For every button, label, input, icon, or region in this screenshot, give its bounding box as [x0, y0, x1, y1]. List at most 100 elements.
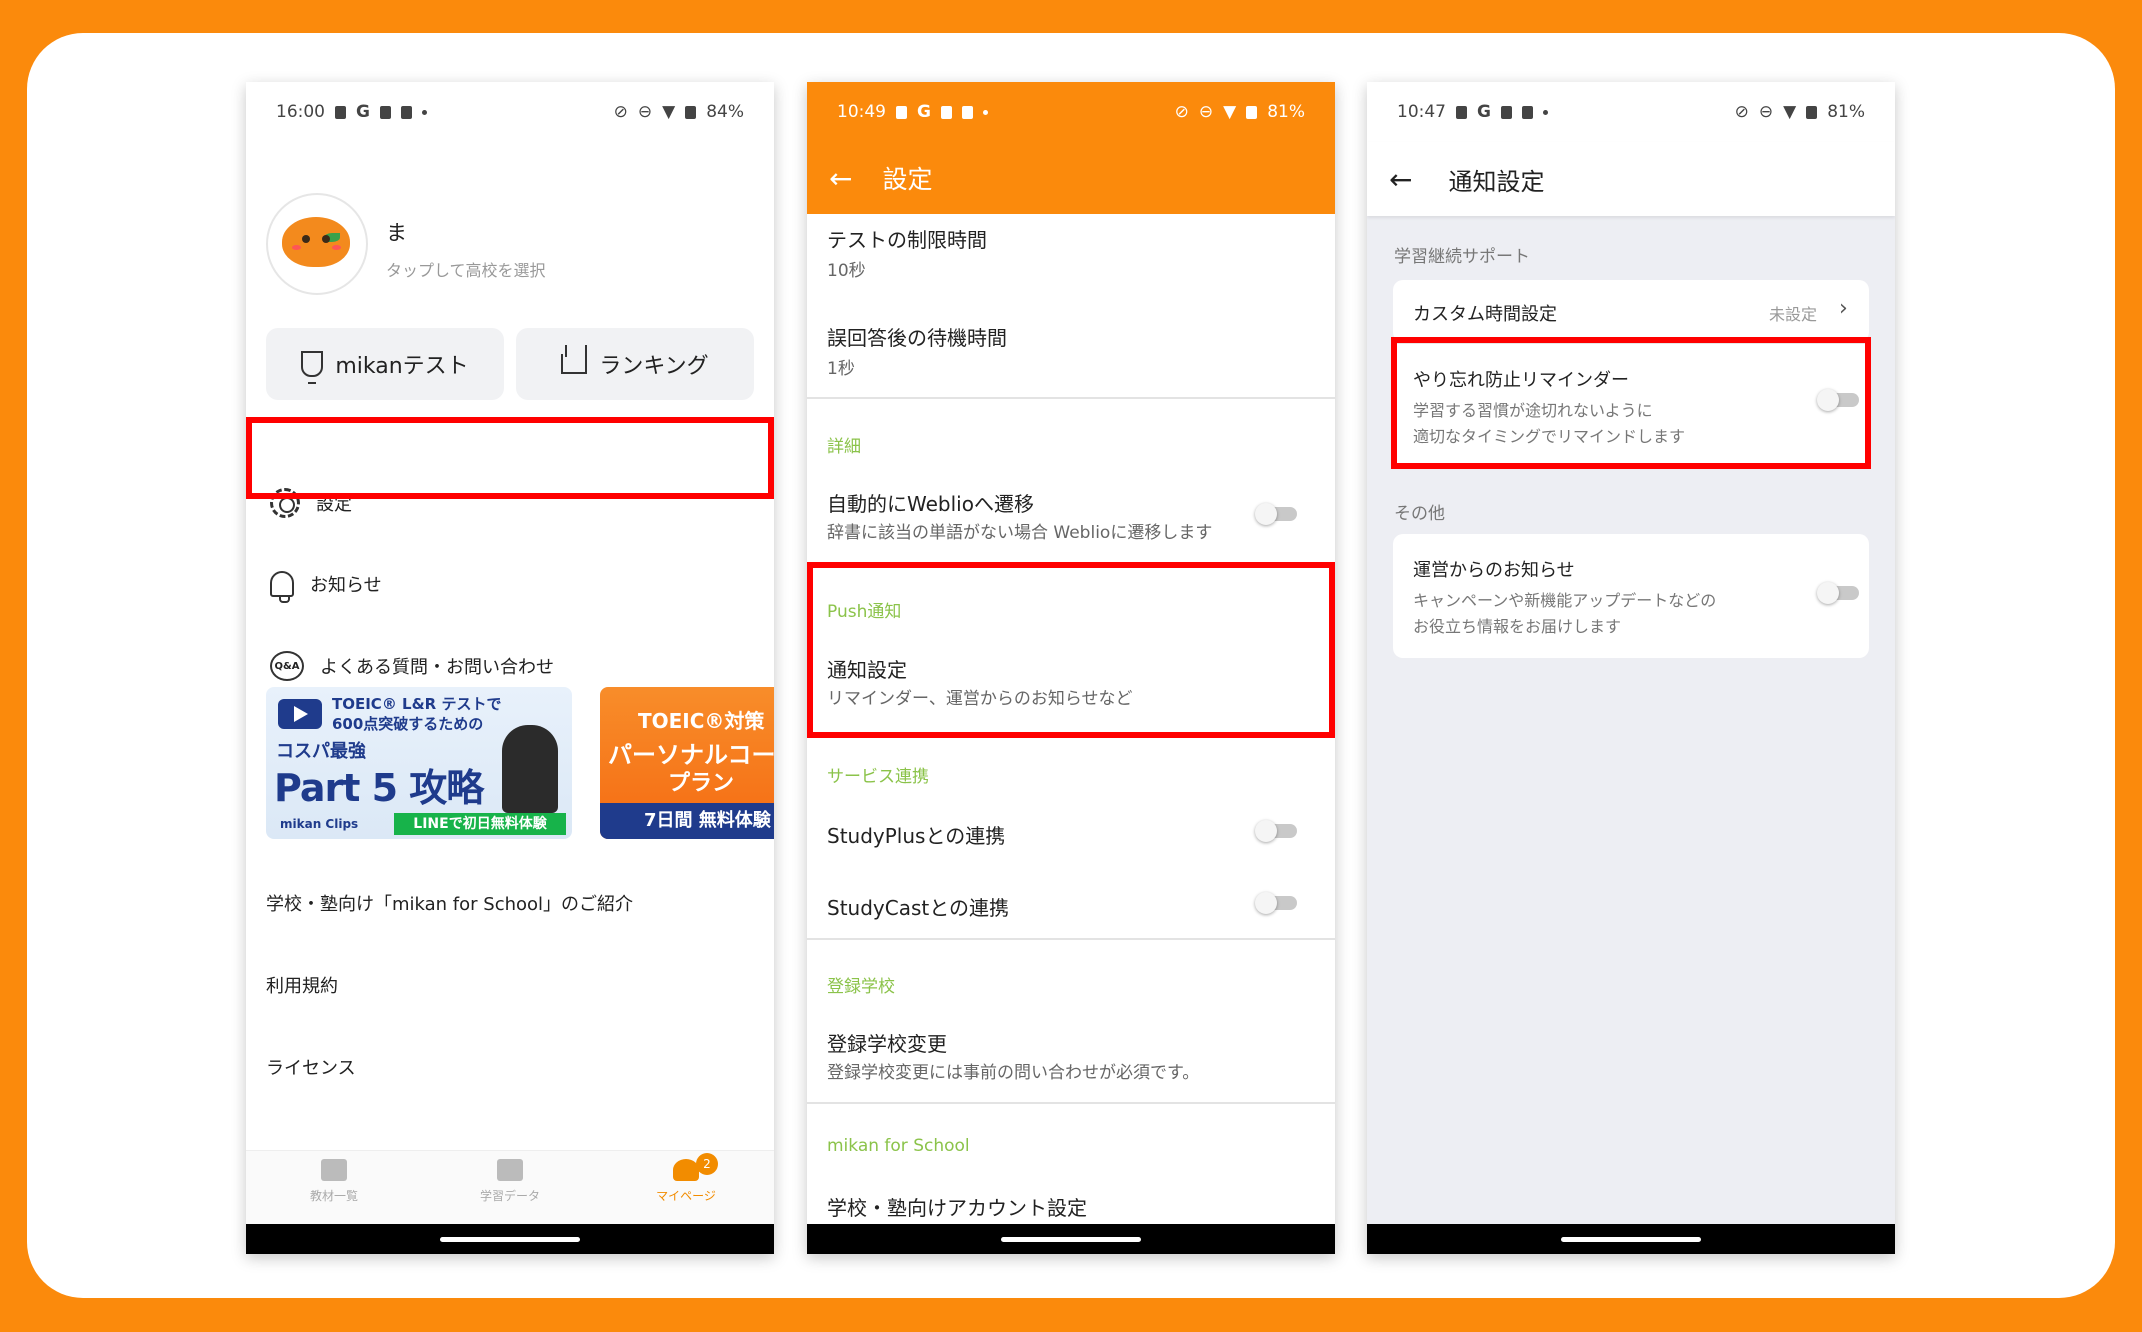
custom-time-row[interactable]: カスタム時間設定 未設定 › — [1393, 280, 1869, 342]
studyplus-title[interactable]: StudyPlusとの連携 — [827, 820, 1005, 849]
tab-mypage-label: マイページ — [656, 1189, 716, 1203]
tab-materials[interactable]: 教材一覧 — [246, 1159, 422, 1204]
news-sub1: キャンペーンや新機能アップデートなどの — [1413, 591, 1717, 610]
studycast-title[interactable]: StudyCastとの連携 — [827, 892, 1009, 921]
battery-icon — [685, 105, 697, 119]
play-icon — [278, 699, 322, 729]
dot-icon — [982, 109, 988, 115]
system-nav-bar — [807, 1224, 1335, 1254]
dot-icon — [1542, 109, 1548, 115]
news-sub2: お役立ち情報をお届けします — [1413, 617, 1622, 636]
status-time: 10:47 — [1397, 102, 1446, 122]
crown-icon — [561, 354, 588, 374]
wifi-icon: ▼ — [1783, 102, 1797, 122]
phone-notification-settings: 10:47 G ⊘ ⊖ ▼ 81% ← 通知設定 学習継続サポート カスタム時間設定 未… — [1367, 82, 1895, 1254]
banner2-cta: 7日間 無料体験 — [600, 803, 774, 839]
avatar[interactable] — [266, 193, 368, 295]
chart-icon — [497, 1159, 523, 1181]
category-service: サービス連携 — [827, 767, 929, 787]
phone-settings: 10:49 G ⊘ ⊖ ▼ 81% ← 設定 テストの制限時間 10秒 誤回答後の待機時… — [807, 82, 1335, 1254]
mute-icon: ⊘ — [1734, 102, 1749, 122]
custom-time-value: 未設定 — [1769, 305, 1818, 324]
page-title: 通知設定 — [1448, 167, 1545, 196]
user-name: ま — [386, 221, 407, 245]
category-school: 登録学校 — [827, 977, 895, 997]
status-bar: 10:47 G ⊘ ⊖ ▼ 81% — [1367, 82, 1895, 142]
weblio-title[interactable]: 自動的にWeblioへ遷移 — [827, 488, 1034, 517]
status-bar: 16:00 G ⊘ ⊖ ▼ 84% — [246, 82, 774, 142]
ranking-button[interactable]: ランキング — [516, 328, 754, 400]
mikan-mascot-icon — [282, 217, 350, 267]
section-study-support: 学習継続サポート — [1394, 247, 1530, 267]
studyplus-toggle[interactable] — [1255, 820, 1297, 842]
news-row[interactable]: 運営からのお知らせ キャンペーンや新機能アップデートなどの お役立ち情報をお届け… — [1393, 534, 1869, 658]
mute-icon: ⊘ — [1174, 102, 1189, 122]
bell-icon — [270, 571, 294, 603]
link-mikan-for-school[interactable]: 学校・塾向け「mikan for School」のご紹介 — [266, 890, 633, 916]
category-mikan-for-school: mikan for School — [827, 1136, 970, 1156]
trophy-icon — [301, 351, 324, 384]
video-icon — [1521, 105, 1533, 119]
home-indicator[interactable] — [1001, 1237, 1141, 1242]
link-license[interactable]: ライセンス — [266, 1054, 356, 1080]
battery-saver-icon — [896, 105, 907, 119]
link-terms[interactable]: 利用規約 — [266, 972, 338, 998]
school-account-title[interactable]: 学校・塾向けアカウント設定 — [827, 1192, 1087, 1221]
test-limit-title[interactable]: テストの制限時間 — [827, 224, 987, 253]
battery-level: 84% — [706, 102, 744, 122]
banner2-line1: TOEIC®対策 — [638, 709, 765, 733]
battery-saver-icon — [335, 105, 346, 119]
phone-mypage: 16:00 G ⊘ ⊖ ▼ 84% ま タップして高校を選択 mikanテスト ランキン… — [246, 82, 774, 1254]
weblio-toggle[interactable] — [1255, 503, 1297, 525]
school-select-prompt[interactable]: タップして高校を選択 — [386, 257, 546, 281]
home-indicator[interactable] — [440, 1237, 580, 1242]
google-icon: G — [917, 102, 931, 122]
test-limit-value: 10秒 — [827, 261, 866, 281]
wrong-wait-title[interactable]: 誤回答後の待機時間 — [827, 322, 1007, 351]
mikan-test-label: mikanテスト — [335, 354, 469, 379]
back-arrow-icon[interactable]: ← — [1389, 163, 1412, 196]
school-change-sub: 登録学校変更には事前の問い合わせが必須です。 — [827, 1063, 1200, 1083]
bottom-tab-bar: 教材一覧 学習データ マイページ 2 — [246, 1150, 774, 1224]
news-title: 運営からのお知らせ — [1413, 560, 1575, 581]
dnd-icon: ⊖ — [637, 102, 653, 122]
news-toggle[interactable] — [1817, 582, 1859, 604]
mikan-test-button[interactable]: mikanテスト — [266, 328, 504, 400]
banner1-line4: Part 5 攻略 — [274, 766, 484, 810]
status-time: 16:00 — [276, 102, 325, 122]
ranking-label: ランキング — [599, 354, 709, 379]
tab-materials-label: 教材一覧 — [309, 1189, 358, 1203]
google-icon: G — [356, 102, 370, 122]
studycast-toggle[interactable] — [1255, 892, 1297, 914]
presenter-image — [502, 725, 558, 813]
status-bar: 10:49 G ⊘ ⊖ ▼ 81% — [807, 82, 1335, 142]
dot-icon — [421, 109, 427, 115]
tab-mypage[interactable]: マイページ 2 — [598, 1153, 774, 1204]
banner-toeic-personal[interactable]: TOEIC®対策 パーソナルコー プラン 7日間 無料体験 — [600, 687, 774, 839]
back-arrow-icon[interactable]: ← — [829, 162, 852, 195]
chevron-right-icon: › — [1839, 296, 1848, 321]
battery-icon — [1806, 105, 1818, 119]
video-icon — [1500, 105, 1512, 119]
divider — [807, 1102, 1335, 1104]
home-indicator[interactable] — [1561, 1237, 1701, 1242]
banner1-cta: LINEで初日無料体験 — [394, 813, 566, 835]
highlight-reminder — [1391, 337, 1871, 469]
menu-notices-label: お知らせ — [310, 575, 382, 596]
page-title: 設定 — [882, 165, 933, 194]
qa-icon: Q&A — [270, 651, 304, 681]
section-other: その他 — [1394, 504, 1445, 524]
wifi-icon: ▼ — [1223, 102, 1237, 122]
wrong-wait-value: 1秒 — [827, 359, 855, 379]
battery-icon — [1246, 105, 1258, 119]
status-time: 10:49 — [837, 102, 886, 122]
tab-study-data[interactable]: 学習データ — [422, 1159, 598, 1204]
divider — [807, 938, 1335, 940]
app-bar: ← 通知設定 — [1367, 142, 1895, 216]
battery-level: 81% — [1267, 102, 1305, 122]
video-icon — [961, 105, 973, 119]
banner-toeic-part5[interactable]: TOEIC® L&R テストで 600点突破するための コスパ最強 Part 5… — [266, 687, 572, 839]
menu-notices[interactable]: お知らせ — [246, 543, 774, 625]
school-change-title[interactable]: 登録学校変更 — [827, 1028, 947, 1057]
weblio-sub: 辞書に該当の単語がない場合 Weblioに遷移します — [827, 523, 1213, 543]
